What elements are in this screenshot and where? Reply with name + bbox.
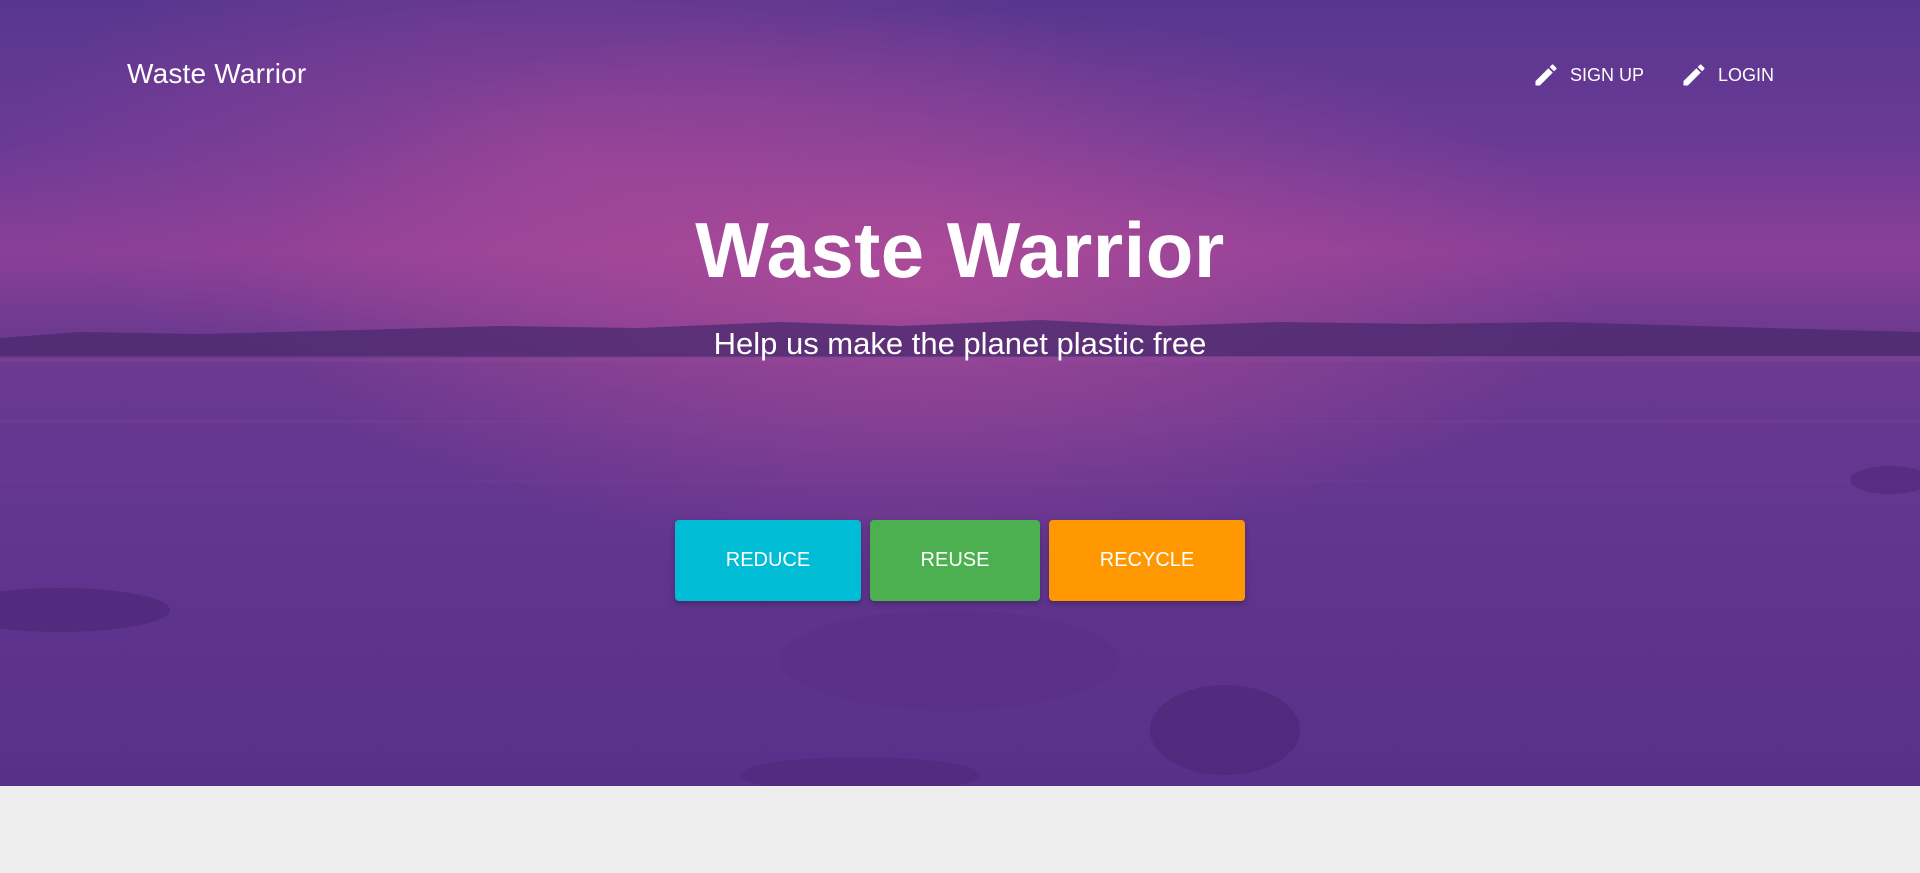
signup-label: SIGN UP	[1570, 64, 1645, 85]
hero-title: Waste Warrior	[695, 206, 1225, 294]
reduce-button[interactable]: REDUCE	[675, 520, 861, 601]
brand-logo-link[interactable]: Waste Warrior	[127, 58, 306, 90]
login-link[interactable]: LOGIN	[1680, 60, 1774, 90]
hero-subtitle: Help us make the planet plastic free	[713, 326, 1207, 361]
pencil-icon	[1535, 64, 1557, 86]
pencil-icon	[1683, 64, 1705, 86]
signup-link[interactable]: SIGN UP	[1532, 60, 1644, 90]
login-label: LOGIN	[1718, 64, 1775, 85]
reuse-button[interactable]: REUSE	[870, 520, 1040, 601]
hero-section: Waste Warrior SIGN UP LOGIN Waste Warrio…	[0, 0, 1920, 786]
recycle-button[interactable]: RECYCLE	[1049, 520, 1245, 601]
navbar: Waste Warrior SIGN UP LOGIN	[0, 0, 1920, 150]
